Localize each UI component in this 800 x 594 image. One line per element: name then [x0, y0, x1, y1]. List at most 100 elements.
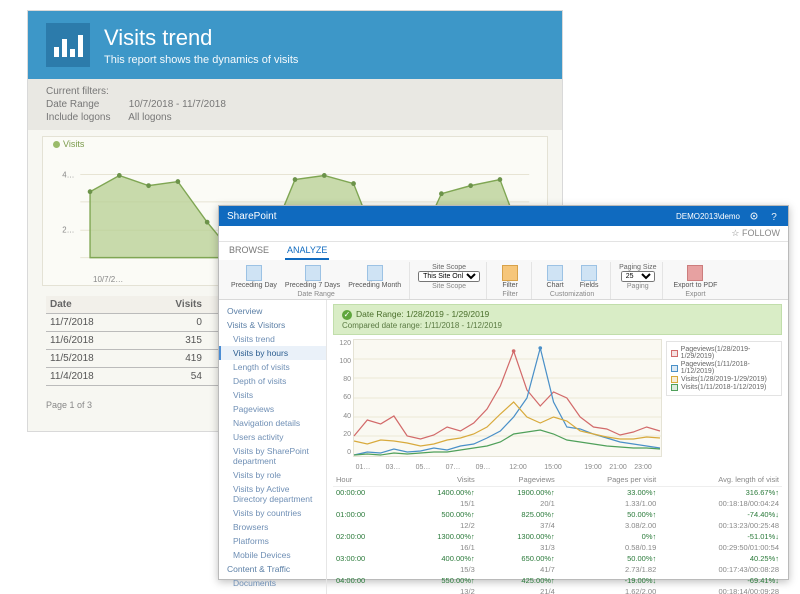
legend-item: Visits(1/28/2019-1/29/2019)	[671, 376, 777, 383]
table-row-sub: 15/120/11.33/1.0000:18:18/00:04:24	[333, 498, 782, 509]
x-tick: 10/7/2…	[93, 275, 123, 284]
table-header-row: Hour Visits Pageviews Pages per visit Av…	[333, 473, 782, 487]
visits-by-hours-chart: 0 20 40 60 80 100 120 01… 03… 05… 07… 09…	[333, 339, 782, 471]
report-logo-icon	[46, 23, 90, 67]
filter-logons-value: All logons	[128, 112, 171, 123]
sidebar-item[interactable]: Length of visits	[219, 360, 326, 374]
sidebar-item[interactable]: Visits by Active Directory department	[219, 482, 326, 506]
x-tick: 09…	[476, 464, 491, 471]
col-avglen[interactable]: Avg. length of visit	[659, 473, 782, 487]
sp-titlebar: SharePoint DEMO2013\demo ?	[219, 206, 788, 226]
group-cap: Customization	[550, 291, 594, 298]
x-tick: 23:00	[634, 464, 652, 471]
filters-heading: Current filters:	[46, 85, 544, 98]
x-tick: 03…	[386, 464, 401, 471]
series-legend: Visits	[53, 139, 84, 149]
help-icon[interactable]: ?	[768, 210, 780, 222]
col-hour[interactable]: Hour	[333, 473, 398, 487]
y-tick: 80	[333, 376, 351, 383]
site-scope-select[interactable]: This Site Only	[418, 271, 480, 282]
sharepoint-window: SharePoint DEMO2013\demo ? ☆ FOLLOW BROW…	[218, 205, 789, 580]
report-main: ✓ Date Range: 1/28/2019 - 1/29/2019 Compa…	[327, 300, 788, 594]
y-tick: 100	[333, 358, 351, 365]
sidebar-item[interactable]: Users activity	[219, 430, 326, 444]
group-cap: Date Range	[297, 291, 334, 298]
report-sidebar: OverviewVisits & VisitorsVisits trendVis…	[219, 300, 327, 594]
follow-link[interactable]: ☆ FOLLOW	[219, 226, 788, 242]
preceding-month-button[interactable]: Preceding Month	[346, 264, 403, 290]
col-visits[interactable]: Visits	[398, 473, 478, 487]
col-pageviews[interactable]: Pageviews	[478, 473, 558, 487]
table-row: 02:00:001300.00%↑1300.00%↑0%↑-51.01%↓	[333, 531, 782, 542]
sidebar-item[interactable]: Pageviews	[219, 402, 326, 416]
svg-text:4…: 4…	[62, 170, 74, 179]
site-scope-label: Site Scope	[432, 264, 466, 271]
sidebar-item[interactable]: Navigation details	[219, 416, 326, 430]
table-row: 03:00:00400.00%↑650.00%↑50.00%↑40.25%↑	[333, 553, 782, 564]
preceding-7days-button[interactable]: Preceding 7 Days	[283, 264, 342, 290]
paging-select[interactable]: 25	[621, 271, 655, 282]
filter-button[interactable]: Filter	[495, 264, 525, 290]
y-tick: 40	[333, 413, 351, 420]
hours-table: Hour Visits Pageviews Pages per visit Av…	[333, 473, 782, 594]
sidebar-item[interactable]: List items	[219, 590, 326, 594]
ribbon: Preceding Day Preceding 7 Days Preceding…	[219, 260, 788, 300]
banner-compared: Compared date range: 1/11/2018 - 1/12/20…	[342, 321, 773, 330]
table-row: 04:00:00550.00%↑425.00%↑-19.00%↓-69.41%↓	[333, 575, 782, 586]
legend-item: Pageviews(1/28/2019-1/29/2019)	[671, 346, 777, 360]
fields-button[interactable]: Fields	[574, 264, 604, 290]
legend-item: Pageviews(1/11/2018-1/12/2019)	[671, 361, 777, 375]
sp-user[interactable]: DEMO2013\demo	[676, 212, 740, 221]
y-tick: 20	[333, 431, 351, 438]
paging-label: Paging Size	[619, 264, 656, 271]
sidebar-item[interactable]: Depth of visits	[219, 374, 326, 388]
x-tick: 19:00	[584, 464, 602, 471]
sidebar-item[interactable]: Visits by countries	[219, 506, 326, 520]
x-tick: 15:00	[544, 464, 562, 471]
x-tick: 21:00	[609, 464, 627, 471]
tab-browse[interactable]: BROWSE	[227, 242, 271, 260]
sidebar-item[interactable]: Browsers	[219, 520, 326, 534]
preceding-day-button[interactable]: Preceding Day	[229, 264, 279, 290]
table-row-sub: 15/341/72.73/1.8200:17:43/00:08:28	[333, 564, 782, 575]
group-cap: Paging	[627, 283, 649, 290]
filter-date-value: 10/7/2018 - 11/7/2018	[129, 99, 226, 110]
sidebar-heading: Visits & Visitors	[219, 318, 326, 332]
sidebar-item[interactable]: Visits by SharePoint department	[219, 444, 326, 468]
gear-icon[interactable]	[748, 210, 760, 222]
group-cap: Export	[685, 291, 705, 298]
date-range-banner: ✓ Date Range: 1/28/2019 - 1/29/2019 Compa…	[333, 304, 782, 335]
banner-date-range: Date Range: 1/28/2019 - 1/29/2019	[356, 309, 489, 319]
sidebar-item[interactable]: Visits by hours	[219, 346, 326, 360]
tab-analyze[interactable]: ANALYZE	[285, 242, 329, 260]
x-tick: 05…	[416, 464, 431, 471]
sidebar-item[interactable]: Platforms	[219, 534, 326, 548]
filter-logons-label: Include logons	[46, 112, 126, 123]
table-row: 00:00:001400.00%↑1900.00%↑33.00%↑316.67%…	[333, 487, 782, 499]
sp-brand: SharePoint	[227, 211, 276, 222]
sidebar-item[interactable]: Documents	[219, 576, 326, 590]
col-date[interactable]: Date	[46, 296, 142, 314]
x-tick: 01…	[356, 464, 371, 471]
filter-summary: Current filters: Date Range 10/7/2018 - …	[28, 79, 562, 130]
sidebar-item[interactable]: Visits by role	[219, 468, 326, 482]
col-ppv[interactable]: Pages per visit	[558, 473, 659, 487]
table-row-sub: 13/221/41.62/2.0000:18:14/00:09:28	[333, 586, 782, 594]
chart-button[interactable]: Chart	[540, 264, 570, 290]
sidebar-item[interactable]: Visits trend	[219, 332, 326, 346]
table-row-sub: 16/131/30.58/0.1900:29:50/01:00:54	[333, 542, 782, 553]
col-visits[interactable]: Visits	[142, 296, 206, 314]
x-tick: 07…	[446, 464, 461, 471]
report-subtitle: This report shows the dynamics of visits	[104, 54, 298, 66]
svg-text:2…: 2…	[62, 225, 74, 234]
sp-tabs: BROWSE ANALYZE	[219, 242, 788, 260]
sidebar-heading: Overview	[219, 304, 326, 318]
sidebar-item[interactable]: Mobile Devices	[219, 548, 326, 562]
report-header: Visits trend This report shows the dynam…	[28, 11, 562, 79]
svg-text:?: ?	[771, 212, 777, 223]
ok-icon: ✓	[342, 310, 352, 320]
export-pdf-button[interactable]: Export to PDF	[671, 264, 719, 290]
sidebar-item[interactable]: Visits	[219, 388, 326, 402]
table-row: 01:00:00500.00%↑825.00%↑50.00%↑-74.40%↓	[333, 509, 782, 520]
filter-date-label: Date Range	[46, 99, 126, 110]
